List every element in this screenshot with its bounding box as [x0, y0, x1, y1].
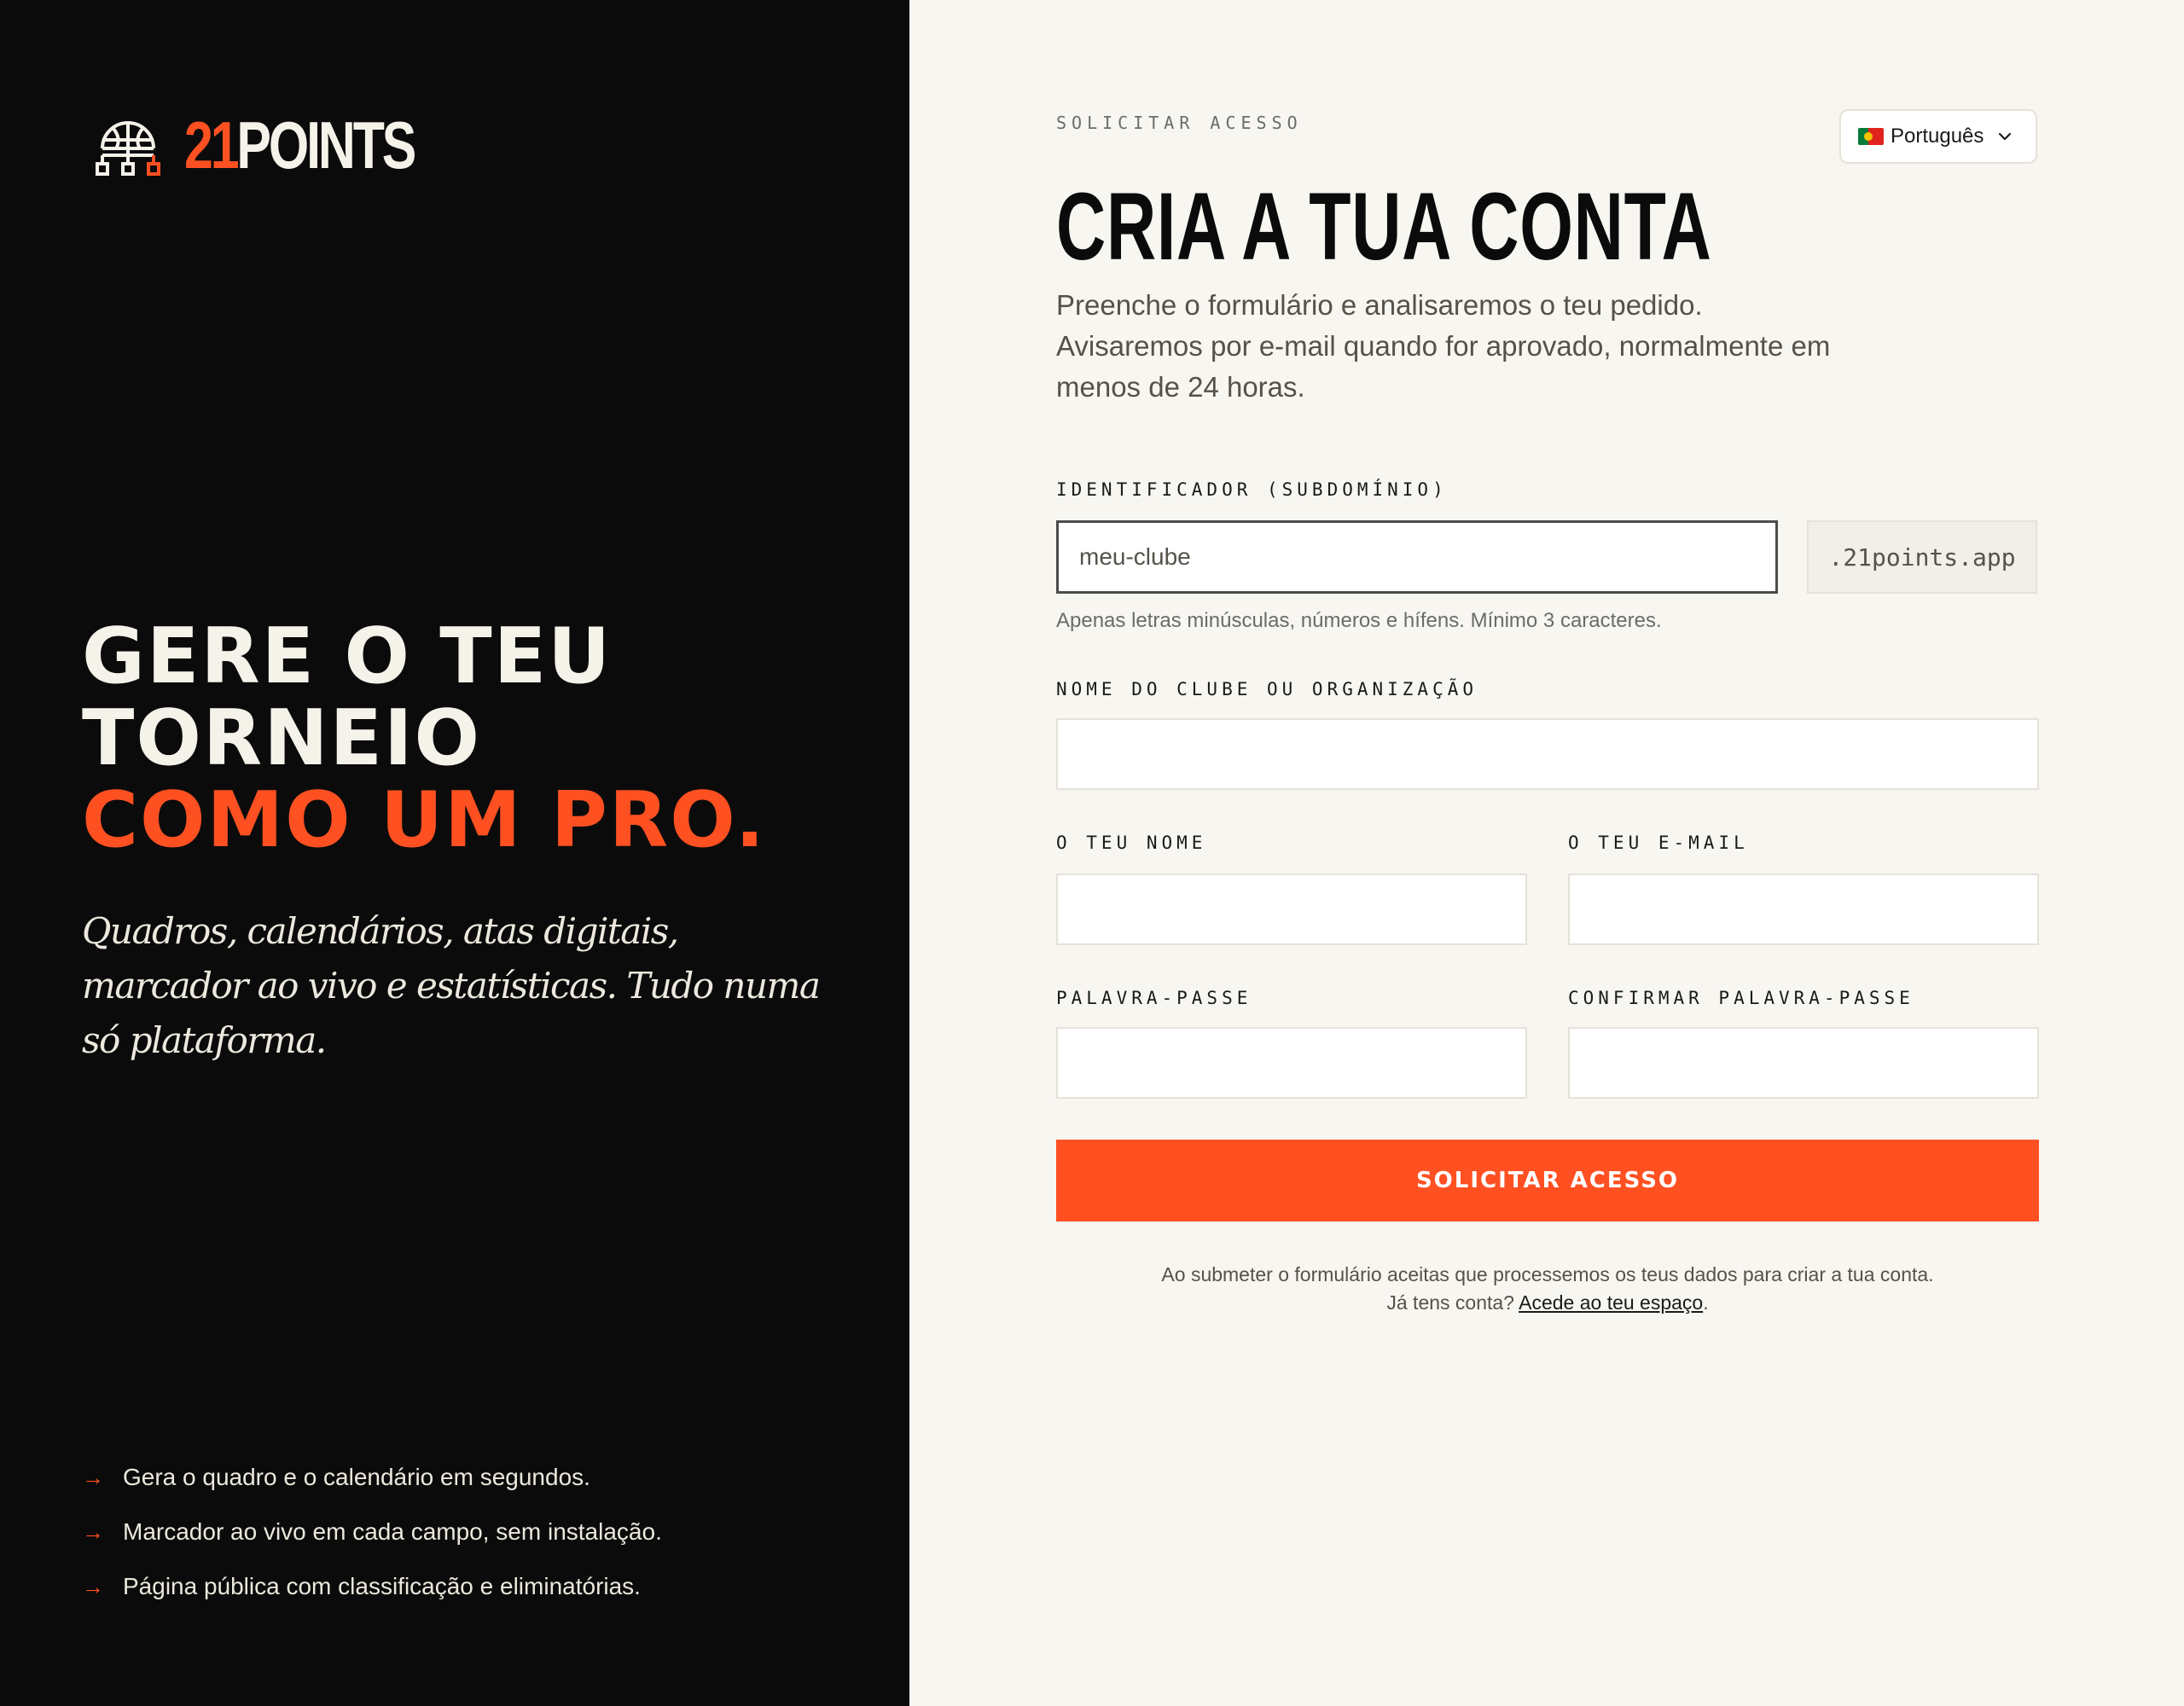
basketball-bracket-icon [96, 121, 160, 176]
arrow-right-icon: → [82, 1518, 104, 1545]
login-link[interactable]: Acede ao teu espaço [1519, 1291, 1703, 1314]
brand-name-rest: POINTS [236, 107, 416, 183]
list-item: → Página pública com classificação e eli… [82, 1559, 662, 1614]
submit-button[interactable]: SOLICITAR ACESSO [1056, 1140, 2039, 1221]
brand-name: 21POINTS [184, 111, 416, 179]
name-input[interactable] [1056, 873, 1527, 945]
signup-page: 21POINTS GERE O TEU TORNEIO COMO UM PRO.… [0, 0, 2184, 1706]
hero-line-3: COMO UM PRO. [82, 775, 766, 865]
name-label: O TEU NOME [1056, 833, 1207, 853]
portugal-flag-icon [1858, 128, 1884, 145]
page-title: CRIA A TUA CONTA [1056, 173, 1712, 280]
hero-panel: 21POINTS GERE O TEU TORNEIO COMO UM PRO.… [0, 0, 909, 1706]
confirm-password-input[interactable] [1568, 1027, 2039, 1099]
subdomain-hint: Apenas letras minúsculas, números e hífe… [1056, 609, 1662, 632]
list-item: → Gera o quadro e o calendário em segund… [82, 1450, 662, 1505]
legal-notice: Ao submeter o formulário aceitas que pro… [1056, 1261, 2039, 1317]
login-prompt-text: Já tens conta? [1386, 1291, 1514, 1314]
login-prompt-suffix: . [1703, 1291, 1709, 1314]
subdomain-label: IDENTIFICADOR (SUBDOMÍNIO) [1056, 479, 1448, 500]
chevron-down-icon [1999, 132, 2012, 141]
hero-line-2: TORNEIO [82, 693, 481, 783]
language-select[interactable]: Português [1839, 109, 2037, 164]
brand-name-accent: 21 [184, 107, 240, 183]
subdomain-input[interactable] [1056, 520, 1778, 594]
feature-text: Página pública com classificação e elimi… [123, 1573, 641, 1599]
legal-text: Ao submeter o formulário aceitas que pro… [1161, 1263, 1934, 1285]
list-item: → Marcador ao vivo em cada campo, sem in… [82, 1505, 662, 1559]
form-intro: Preenche o formulário e analisaremos o t… [1056, 289, 1831, 403]
feature-text: Marcador ao vivo em cada campo, sem inst… [123, 1518, 662, 1545]
password-input[interactable] [1056, 1027, 1527, 1099]
hero-line-1: GERE O TEU [82, 612, 613, 701]
form-eyebrow: SOLICITAR ACESSO [1056, 113, 1303, 133]
language-label: Português [1891, 125, 1984, 148]
subdomain-suffix: .21points.app [1807, 520, 2037, 594]
email-input[interactable] [1568, 873, 2039, 945]
hero-subtitle: Quadros, calendários, atas digitais, mar… [82, 910, 821, 1061]
arrow-right-icon: → [82, 1573, 104, 1599]
brand-logo[interactable]: 21POINTS [90, 111, 479, 179]
club-name-label: NOME DO CLUBE OU ORGANIZAÇÃO [1056, 679, 1478, 699]
confirm-password-label: CONFIRMAR PALAVRA-PASSE [1568, 988, 1914, 1008]
arrow-right-icon: → [82, 1464, 104, 1490]
login-prompt: Já tens conta? Acede ao teu espaço. [1056, 1289, 2039, 1317]
hero-headline: GERE O TEU TORNEIO COMO UM PRO. [82, 616, 850, 862]
feature-list: → Gera o quadro e o calendário em segund… [82, 1450, 662, 1614]
email-label: O TEU E-MAIL [1568, 833, 1749, 853]
feature-text: Gera o quadro e o calendário em segundos… [123, 1464, 590, 1490]
signup-form-panel: SOLICITAR ACESSO Português CRIA A TUA CO… [909, 0, 2184, 1706]
club-name-input[interactable] [1056, 718, 2039, 790]
password-label: PALAVRA-PASSE [1056, 988, 1252, 1008]
